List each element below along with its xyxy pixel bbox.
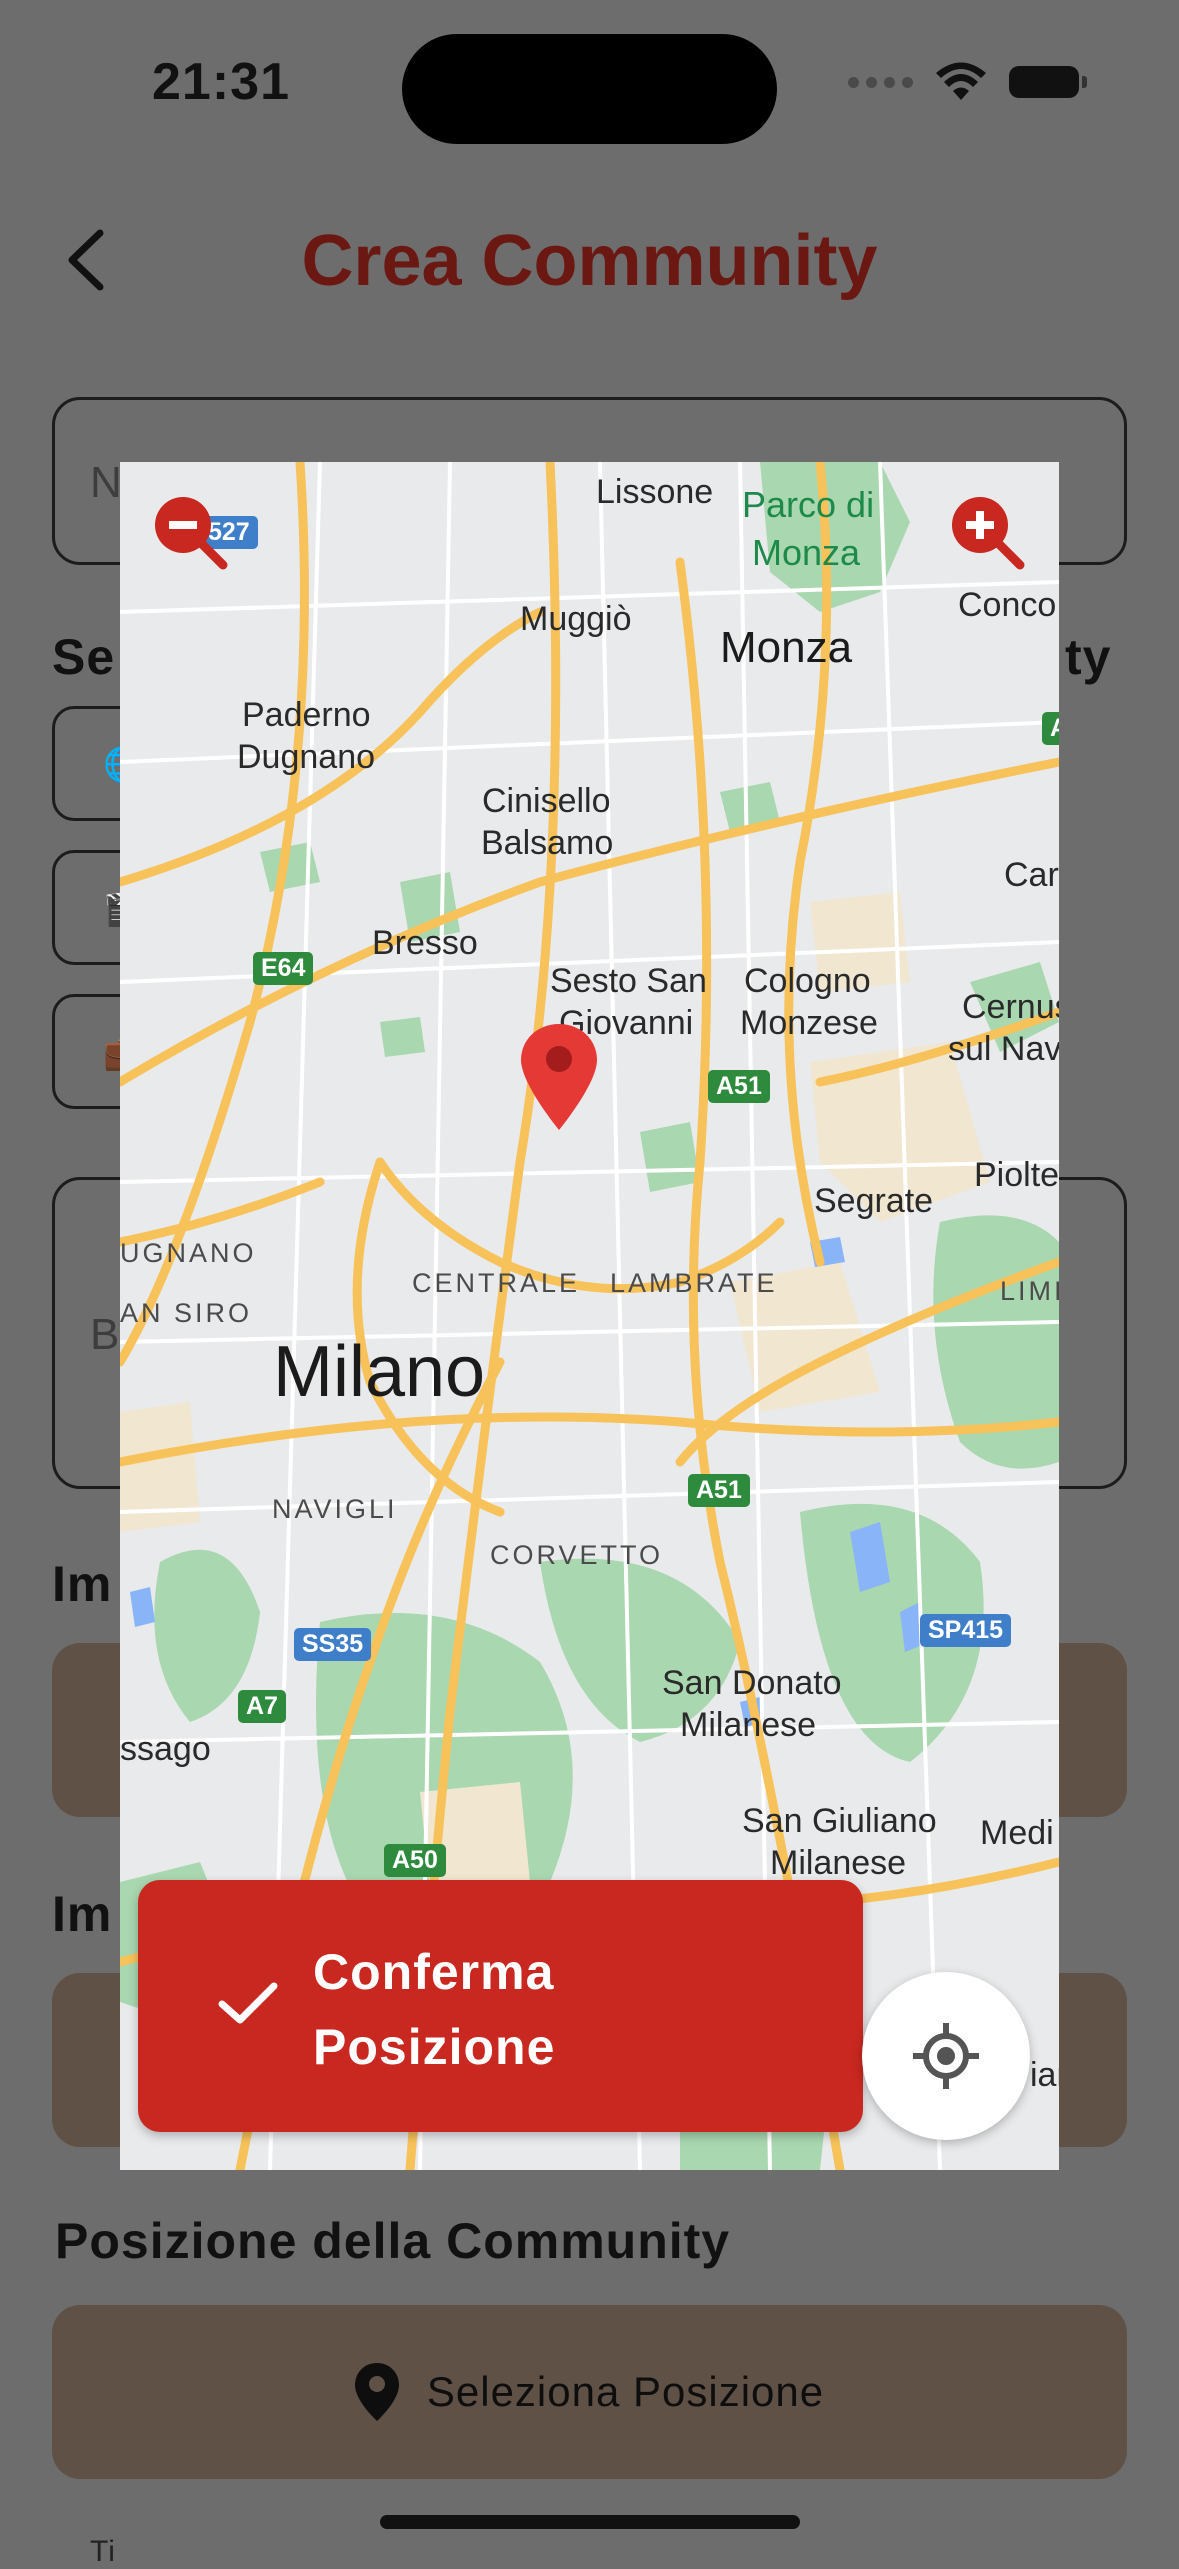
road-shield: A51 [688,1474,750,1507]
page-title: Crea Community [301,221,878,301]
category-section-title: Se [52,629,116,685]
select-position-button[interactable]: Seleziona Posizione [52,2305,1127,2479]
cellular-signal-icon [848,76,913,88]
confirm-position-label: Conferma Posizione [313,1944,556,2075]
next-section-partial: Ti [90,2535,116,2568]
map-label: Paderno [242,696,371,734]
map-label: Parco di [742,484,875,525]
map-label: Dugnano [237,738,376,776]
status-icons [848,62,1087,102]
zoom-in-icon[interactable] [950,495,1030,575]
map-label: LIMI [1000,1276,1059,1306]
select-position-label: Seleziona Posizione [426,2368,825,2415]
wifi-icon [936,62,986,100]
map-label: LAMBRATE [610,1268,778,1298]
my-location-button[interactable] [862,1972,1030,2140]
battery-icon [1009,66,1087,98]
map-label: San Donato [662,1664,842,1702]
map-label: Segrate [814,1182,934,1220]
road-shield: A [1042,712,1059,745]
map-label: CORVETTO [490,1540,664,1570]
map-label: Lissone [596,473,714,511]
map-label: Cinisello [482,782,611,820]
map-label: Milanese [680,1706,817,1744]
map-label: Car [1004,856,1059,894]
map-label: ian [1030,2056,1059,2094]
map-label: San Giuliano [742,1802,937,1840]
map-marker-icon[interactable] [519,1022,599,1132]
position-section-title: Posizione della Community [55,2213,731,2269]
zoom-out-icon[interactable] [153,495,233,575]
confirm-position-button[interactable]: Conferma Posizione [138,1880,863,2132]
location-pin-icon [354,2363,399,2421]
road-shield: SS35 [294,1628,372,1661]
map-label: Sesto San [550,962,707,1000]
map-label: NAVIGLI [272,1494,398,1524]
road-shield: A7 [238,1690,286,1723]
map-label: Monzese [740,1004,878,1042]
map-label: Piolte [974,1156,1059,1194]
map-label: Muggiò [520,600,632,638]
map-label: Cernus [962,988,1059,1026]
map-label: AN SIRO [120,1298,253,1328]
status-time: 21:31 [152,53,290,111]
map-label: Balsamo [481,824,614,862]
road-shield: E64 [253,952,314,985]
map-label: Bresso [372,924,478,962]
road-shield: SP415 [920,1614,1012,1647]
image-section-title-2: Im [52,1886,113,1942]
map-view[interactable]: Lissone Parco di Monza Muggiò Monza Conc… [120,462,1059,2170]
map-label: ssago [120,1730,211,1768]
map-label: Cologno [744,962,871,1000]
map-city-label: Milano [273,1332,486,1412]
category-section-title-end: ty [1065,629,1112,685]
map-label: Medi [980,1814,1054,1852]
map-label: Monza [752,532,861,573]
map-label: Monza [720,623,853,672]
map-label: sul Nav [948,1030,1059,1068]
map-label: Milanese [770,1844,907,1882]
crosshair-icon [913,2023,979,2089]
image-section-title-1: Im [52,1556,113,1612]
description-placeholder: B [90,1310,120,1359]
map-label: Conco [958,586,1057,624]
dynamic-island [402,34,777,144]
road-shield: A50 [384,1844,446,1877]
home-indicator [380,2515,800,2529]
map-label: CENTRALE [412,1268,581,1298]
map-label: UGNANO [120,1238,257,1268]
road-shield: A51 [708,1070,770,1103]
status-bar: 21:31 [0,0,1179,170]
checkmark-icon [218,1982,278,2024]
name-placeholder: N [90,458,122,507]
